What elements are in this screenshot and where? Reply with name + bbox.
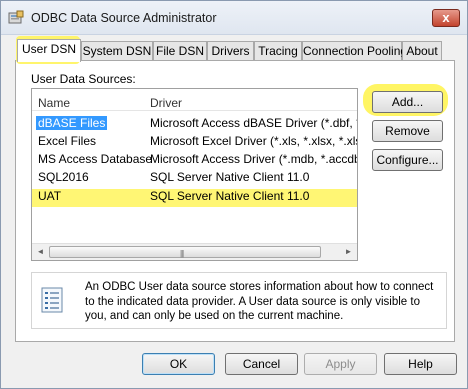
tab-label: User DSN [21, 42, 76, 56]
list-item-name: SQL2016 [38, 170, 89, 184]
odbc-window: ODBC Data Source Administrator x User DS… [0, 0, 468, 389]
user-data-sources-label: User Data Sources: [31, 72, 136, 86]
add-button[interactable]: Add... [372, 91, 443, 113]
cancel-button[interactable]: Cancel [225, 353, 298, 375]
tab-label: File DSN [155, 44, 204, 58]
tab-label: System DSN [82, 44, 152, 58]
list-header: Name Driver [32, 89, 357, 111]
info-text: An ODBC User data source stores informat… [85, 281, 434, 322]
tab-user-dsn[interactable]: User DSN [17, 39, 81, 62]
scroll-right-icon[interactable]: ► [340, 244, 357, 260]
list-item-name: UAT [38, 189, 62, 203]
tab-label: About [406, 44, 438, 58]
scroll-grip-icon: ||| [180, 249, 184, 258]
close-button[interactable]: x [432, 9, 460, 27]
tab-label: Tracing [258, 44, 298, 58]
list-item[interactable]: MS Access Database Microsoft Access Driv… [32, 151, 357, 167]
tab-strip: User DSN System DSN File DSN Drivers Tra… [15, 39, 455, 62]
title-bar[interactable]: ODBC Data Source Administrator x [1, 1, 467, 35]
list-item-driver: Microsoft Access dBASE Driver (*.dbf, *.… [150, 116, 357, 130]
tab-label: Drivers [211, 44, 250, 58]
configure-button[interactable]: Configure... [372, 149, 443, 171]
list-item[interactable]: Excel Files Microsoft Excel Driver (*.xl… [32, 133, 357, 149]
info-box: An ODBC User data source stores informat… [31, 272, 447, 329]
remove-button[interactable]: Remove [372, 120, 443, 142]
tab-tracing[interactable]: Tracing [254, 41, 302, 61]
list-item[interactable]: SQL2016 SQL Server Native Client 11.0 [32, 169, 357, 185]
list-item-name: dBASE Files [36, 116, 108, 130]
window-title: ODBC Data Source Administrator [31, 11, 217, 25]
tab-file-dsn[interactable]: File DSN [153, 41, 207, 61]
tab-label: Connection Pooling [303, 44, 408, 58]
list-item[interactable]: UAT SQL Server Native Client 11.0 [32, 188, 357, 204]
horizontal-scrollbar[interactable]: ◄ ||| ► [32, 243, 357, 260]
scrollbar-thumb[interactable]: ||| [49, 246, 321, 258]
list-item-driver: Microsoft Access Driver (*.mdb, *.accdb) [150, 152, 358, 166]
column-header-name[interactable]: Name [38, 96, 70, 110]
close-icon: x [442, 10, 450, 25]
scroll-left-icon[interactable]: ◄ [32, 244, 49, 260]
tab-about[interactable]: About [402, 41, 442, 61]
help-button[interactable]: Help [384, 353, 457, 375]
list-item-driver: SQL Server Native Client 11.0 [150, 170, 310, 184]
tab-drivers[interactable]: Drivers [207, 41, 254, 61]
tab-connection-pooling[interactable]: Connection Pooling [302, 41, 407, 61]
list-item-driver: SQL Server Native Client 11.0 [150, 189, 310, 203]
data-source-info-icon [41, 287, 63, 313]
column-header-driver[interactable]: Driver [150, 96, 182, 110]
data-source-list[interactable]: Name Driver dBASE Files Microsoft Access… [31, 88, 358, 261]
list-item-name: Excel Files [38, 134, 97, 148]
list-item-name: MS Access Database [38, 152, 153, 166]
tab-system-dsn[interactable]: System DSN [81, 41, 153, 61]
odbc-app-icon [8, 10, 24, 24]
list-item[interactable]: dBASE Files Microsoft Access dBASE Drive… [32, 115, 357, 131]
ok-button[interactable]: OK [142, 353, 215, 375]
apply-button[interactable]: Apply [304, 353, 377, 375]
list-item-driver: Microsoft Excel Driver (*.xls, *.xlsx, *… [150, 134, 357, 148]
